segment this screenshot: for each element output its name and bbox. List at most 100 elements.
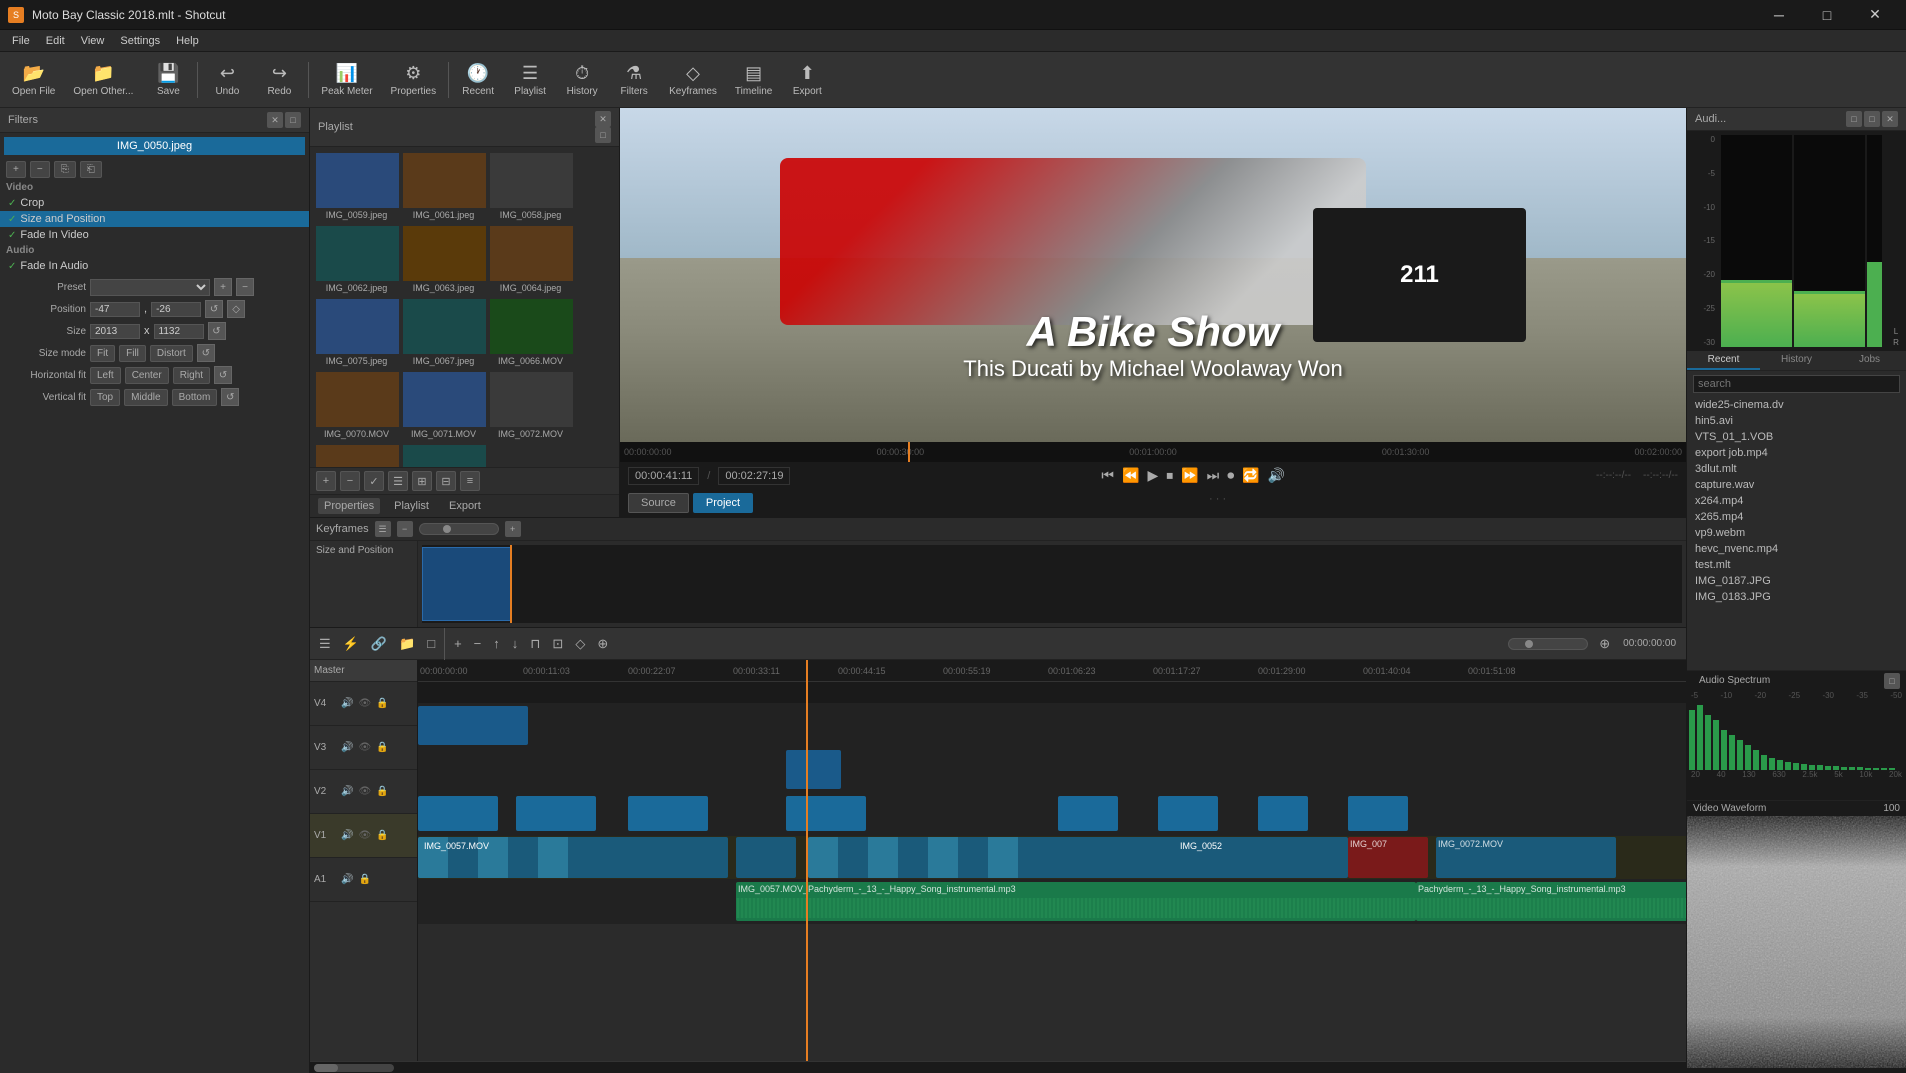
- filters-panel-close[interactable]: ✕: [267, 112, 283, 128]
- project-tab[interactable]: Project: [693, 493, 753, 513]
- size-reset-btn[interactable]: ↺: [208, 322, 226, 340]
- track-clip[interactable]: [418, 706, 528, 745]
- timecode-current[interactable]: 00:00:41:11: [628, 467, 699, 485]
- undo-button[interactable]: ↩ Undo: [202, 55, 252, 105]
- playlist-grid-btn[interactable]: ⊞: [412, 471, 432, 491]
- h-fit-right[interactable]: Right: [173, 367, 210, 384]
- list-item[interactable]: VTS_01_1.VOB: [1687, 429, 1906, 445]
- keyframes-zoom-out[interactable]: −: [397, 521, 413, 537]
- transport-prev-frame[interactable]: ⏪: [1120, 465, 1141, 486]
- keyframes-track-area[interactable]: [422, 545, 1682, 623]
- list-item[interactable]: x265.mp4: [1687, 509, 1906, 525]
- open-other-button[interactable]: 📁 Open Other...: [65, 55, 141, 105]
- v1-eye[interactable]: 👁: [356, 829, 373, 842]
- list-item[interactable]: IMG_0058.jpeg: [488, 151, 573, 222]
- list-item[interactable]: IMG_0187.JPG: [1687, 573, 1906, 589]
- position-y-input[interactable]: [151, 302, 201, 317]
- track-clip[interactable]: [1058, 796, 1118, 831]
- keyframes-zoom-slider[interactable]: [419, 523, 499, 535]
- playlist-expand[interactable]: □: [595, 127, 611, 143]
- size-mode-distort[interactable]: Distort: [150, 345, 193, 362]
- h-fit-reset-btn[interactable]: ↺: [214, 366, 232, 384]
- tl-ripple-delete[interactable]: ⊡: [547, 633, 568, 655]
- transport-to-start[interactable]: ⏮: [1099, 465, 1116, 486]
- filter-copy-button[interactable]: ⎘: [54, 161, 76, 178]
- list-item[interactable]: IMG_0066.MOV: [488, 297, 573, 368]
- right-panel-expand[interactable]: □: [1846, 111, 1862, 127]
- v-fit-bottom[interactable]: Bottom: [172, 389, 218, 406]
- track-clip-audio-2[interactable]: Pachyderm_-_13_-_Happy_Song_instrumental…: [1416, 882, 1686, 921]
- transport-play[interactable]: ▶: [1145, 465, 1160, 486]
- source-tab[interactable]: Source: [628, 493, 689, 513]
- filters-button[interactable]: ⚗ Filters: [609, 55, 659, 105]
- list-item[interactable]: IMG_0183.JPG: [1687, 589, 1906, 605]
- playlist-check-btn[interactable]: ✓: [364, 471, 384, 491]
- list-item[interactable]: hevc_nvenc.mp4: [1687, 541, 1906, 557]
- filters-panel-expand[interactable]: □: [285, 112, 301, 128]
- track-clip-img0057[interactable]: IMG_0057.MOV: [418, 837, 728, 878]
- open-file-button[interactable]: 📂 Open File: [4, 55, 63, 105]
- h-fit-left[interactable]: Left: [90, 367, 121, 384]
- right-panel-close[interactable]: ✕: [1882, 111, 1898, 127]
- properties-button[interactable]: ⚙ Properties: [383, 55, 445, 105]
- transport-volume[interactable]: 🔊: [1266, 465, 1287, 486]
- list-item[interactable]: IMG_0070.MOV: [314, 370, 399, 441]
- tl-lift-btn[interactable]: ↑: [488, 633, 505, 654]
- size-mode-reset-btn[interactable]: ↺: [197, 344, 215, 362]
- v4-lock[interactable]: 🔒: [374, 697, 390, 710]
- a1-mute[interactable]: 🔊: [339, 873, 355, 886]
- tl-track-btn[interactable]: □: [422, 633, 440, 654]
- v3-mute[interactable]: 🔊: [339, 741, 355, 754]
- tl-overwrite-btn[interactable]: ↓: [507, 633, 524, 654]
- playlist-detail-btn[interactable]: ⊟: [436, 471, 456, 491]
- filter-remove-button[interactable]: −: [30, 161, 50, 178]
- transport-to-end[interactable]: ⏭: [1205, 465, 1222, 486]
- track-clip[interactable]: [1348, 796, 1408, 831]
- tl-snap-btn[interactable]: ⚡: [338, 633, 364, 655]
- tl-zoom-slider[interactable]: [1508, 638, 1588, 650]
- export-button[interactable]: ⬆ Export: [782, 55, 832, 105]
- playlist-remove-btn[interactable]: −: [340, 471, 360, 491]
- track-clip-audio-1[interactable]: IMG_0057.MOV_Pachyderm_-_13_-_Happy_Song…: [736, 882, 1416, 921]
- menu-settings[interactable]: Settings: [112, 33, 168, 49]
- track-clip[interactable]: [516, 796, 596, 831]
- tl-zoom-fit[interactable]: ⊕: [1594, 633, 1615, 655]
- a1-lock[interactable]: 🔒: [356, 873, 372, 886]
- track-clip[interactable]: [1258, 796, 1308, 831]
- tl-split-btn[interactable]: ⊓: [525, 633, 545, 655]
- maximize-button[interactable]: □: [1804, 0, 1850, 30]
- preview-timeline[interactable]: 00:00:00:00 00:00:30:00 00:01:00:00 00:0…: [620, 442, 1686, 462]
- filter-fade-audio[interactable]: ✓ Fade In Audio: [0, 258, 309, 274]
- track-content[interactable]: 00:00:00:00 00:00:11:03 00:00:22:07 00:0…: [418, 660, 1686, 1061]
- transport-loop[interactable]: 🔁: [1240, 465, 1261, 486]
- v4-mute[interactable]: 🔊: [339, 697, 355, 710]
- playlist-menu-btn[interactable]: ≡: [460, 471, 480, 491]
- list-item[interactable]: IMG_0059.jpeg: [314, 151, 399, 222]
- size-w-input[interactable]: [90, 324, 140, 339]
- playlist-tab[interactable]: Playlist: [388, 498, 435, 514]
- minimize-button[interactable]: ─: [1756, 0, 1802, 30]
- v-fit-middle[interactable]: Middle: [124, 389, 167, 406]
- timeline-scrollbar[interactable]: [310, 1061, 1686, 1073]
- playlist-close[interactable]: ✕: [595, 111, 611, 127]
- recent-button[interactable]: 🕐 Recent: [453, 55, 503, 105]
- track-clip[interactable]: [628, 796, 708, 831]
- list-item[interactable]: export job.mp4: [1687, 445, 1906, 461]
- list-item[interactable]: capture.wav: [1687, 477, 1906, 493]
- save-button[interactable]: 💾 Save: [143, 55, 193, 105]
- preset-add-btn[interactable]: +: [214, 278, 232, 296]
- track-clip-v1-4[interactable]: IMG_0072.MOV: [1436, 837, 1616, 878]
- playlist-button[interactable]: ☰ Playlist: [505, 55, 555, 105]
- list-item[interactable]: hin5.avi: [1687, 413, 1906, 429]
- filter-paste-button[interactable]: ⎗: [80, 161, 102, 178]
- audio-spectrum-expand[interactable]: □: [1884, 673, 1900, 689]
- v1-lock[interactable]: 🔒: [374, 829, 390, 842]
- menu-edit[interactable]: Edit: [38, 33, 73, 49]
- transport-toggle-play[interactable]: ⏺: [1225, 465, 1236, 486]
- tl-keyframe-btn[interactable]: ◇: [570, 633, 590, 655]
- tl-menu-btn[interactable]: ☰: [314, 633, 336, 655]
- playlist-add-btn[interactable]: +: [316, 471, 336, 491]
- v3-lock[interactable]: 🔒: [374, 741, 390, 754]
- transport-stop[interactable]: ⏹: [1164, 465, 1175, 486]
- list-item[interactable]: IMG_0061.jpeg: [401, 151, 486, 222]
